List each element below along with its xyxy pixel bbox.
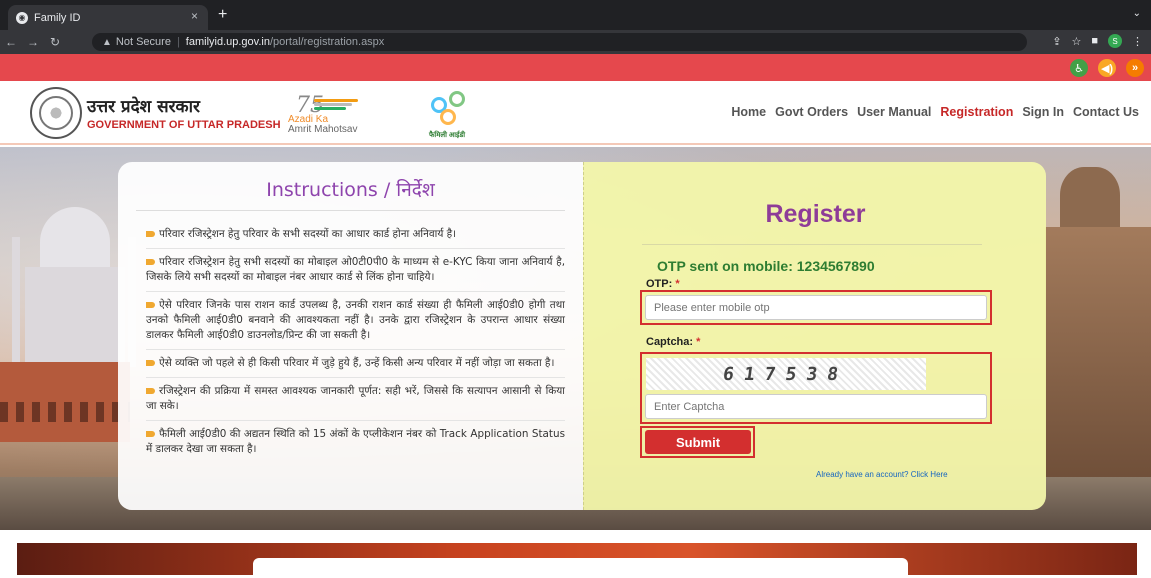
accessibility-bar: ♿ ◀) » [0,54,1151,81]
family-id-label: फैमिली आईडी [429,132,466,139]
expand-chevron-icon[interactable]: » [1126,59,1144,77]
register-panel: Register OTP sent on mobile: 1234567890 … [583,162,1046,510]
sidepanel-icon[interactable]: ■ [1091,35,1098,47]
already-have-account-link[interactable]: Already have an account? Click Here [816,470,948,479]
accessibility-icon[interactable]: ♿ [1070,59,1088,77]
pencil-bullet-icon [146,259,155,265]
site-favicon-icon: ◉ [16,11,28,24]
reload-icon[interactable]: ↻ [44,35,66,49]
main-nav: Home Govt Orders User Manual Registratio… [731,105,1139,119]
share-icon[interactable]: ⇪ [1052,35,1061,48]
new-tab-button[interactable]: + [218,6,227,24]
site-header: उत्तर प्रदेश सरकार GOVERNMENT OF UTTAR P… [0,81,1151,145]
url-path: /portal/registration.aspx [269,36,385,48]
audio-icon[interactable]: ◀) [1098,59,1116,77]
instruction-item: परिवार रजिस्ट्रेशन हेतु सभी सदस्यों का म… [146,249,565,292]
nav-contact-us[interactable]: Contact Us [1073,105,1139,119]
profile-avatar[interactable]: S [1108,34,1122,48]
pencil-bullet-icon [146,431,155,437]
pencil-bullet-icon [146,302,155,308]
pencil-bullet-icon [146,388,155,394]
not-secure-label: Not Secure [115,36,171,48]
nav-home[interactable]: Home [731,105,766,119]
bottom-section [0,530,1151,578]
nav-user-manual[interactable]: User Manual [857,105,931,119]
gov-name-english: GOVERNMENT OF UTTAR PRADESH [87,119,281,131]
submit-button[interactable]: Submit [645,430,751,454]
nav-govt-orders[interactable]: Govt Orders [775,105,848,119]
address-bar[interactable]: ▲ Not Secure | familyid.up.gov.in /porta… [92,33,1027,51]
instruction-item: ऐसे परिवार जिनके पास राशन कार्ड उपलब्ध ह… [146,292,565,350]
family-id-logo: फैमिली आईडी [425,87,475,141]
otp-label: OTP: * [646,278,680,290]
captcha-image: 617538 [646,358,926,390]
bottom-card [253,558,908,578]
url-host: familyid.up.gov.in [185,36,270,48]
instruction-item: ऐसे व्यक्ति जो पहले से ही किसी परिवार मे… [146,350,565,378]
pencil-bullet-icon [146,231,155,237]
browser-menu-icon[interactable]: ⋮ [1132,35,1143,48]
instruction-item: परिवार रजिस्ट्रेशन हेतु परिवार के सभी सद… [146,221,565,249]
tab-title: Family ID [34,11,81,24]
required-asterisk: * [696,336,701,348]
azadi-line2: Amrit Mahotsav [288,124,358,135]
tab-search-chevron-icon[interactable]: ⌄ [1133,8,1141,19]
register-title: Register [765,200,866,228]
azadi-ka-amrit-mahotsav-logo: 75 Azadi Ka Amrit Mahotsav [288,93,358,135]
nav-registration[interactable]: Registration [940,105,1013,119]
tab-close-icon[interactable]: × [191,9,198,23]
instructions-panel: Instructions / निर्देश परिवार रजिस्ट्रेश… [118,162,583,510]
forward-arrow-icon[interactable]: → [22,35,44,49]
browser-tab-strip: ◉ Family ID × + ⌄ [0,0,1151,30]
captcha-label: Captcha: * [646,336,701,348]
nav-sign-in[interactable]: Sign In [1022,105,1064,119]
up-government-emblem-icon [30,87,82,139]
divider [642,244,982,245]
browser-toolbar: ← → ↻ ▲ Not Secure | familyid.up.gov.in … [0,30,1151,54]
pencil-bullet-icon [146,360,155,366]
instruction-item: रजिस्ट्रेशन की प्रक्रिया में समस्त आवश्य… [146,378,565,421]
instruction-item: फैमिली आई0डी0 की अद्यतन स्थिति को 15 अंक… [146,428,565,455]
captcha-input[interactable] [645,394,987,419]
back-arrow-icon[interactable]: ← [0,35,22,49]
required-asterisk: * [675,278,680,290]
bookmark-star-icon[interactable]: ☆ [1071,35,1081,48]
warning-triangle-icon: ▲ [102,36,112,48]
instructions-title: Instructions / निर्देश [136,176,565,211]
otp-sent-message: OTP sent on mobile: 1234567890 [657,258,875,274]
url-separator: | [176,36,180,48]
otp-input[interactable] [645,295,987,320]
browser-tab[interactable]: ◉ Family ID × [8,5,208,30]
gov-name-hindi: उत्तर प्रदेश सरकार [87,97,200,117]
